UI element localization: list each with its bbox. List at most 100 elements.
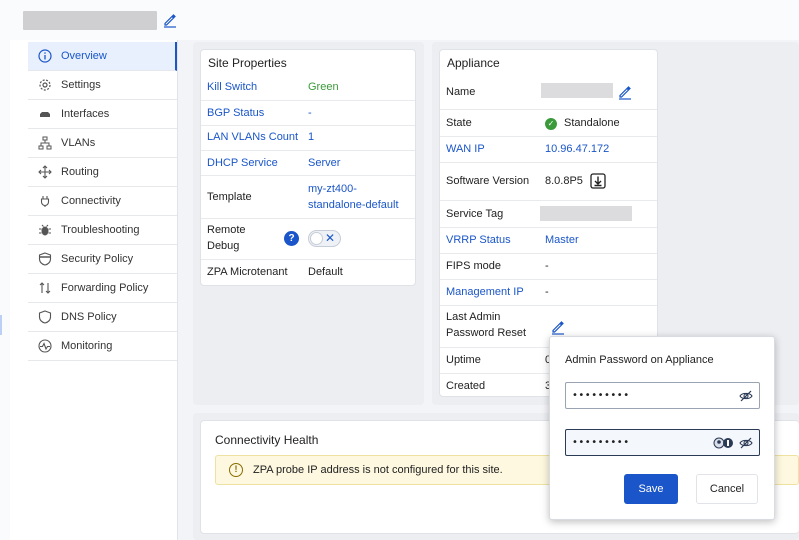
row-software: Software Version 8.0.8P5 — [440, 163, 657, 201]
software-label: Software Version — [446, 175, 530, 187]
row-bgp-status: BGP Status - — [201, 101, 415, 126]
sidebar-item-vlans[interactable]: VLANs — [28, 129, 177, 158]
state-label: State — [446, 117, 472, 129]
kill-switch-value: Green — [308, 81, 339, 93]
edit-site-name-icon[interactable] — [162, 12, 178, 28]
sidebar-item-label: Forwarding Policy — [61, 282, 149, 294]
sidebar-item-connectivity[interactable]: Connectivity — [28, 187, 177, 216]
sidebar-item-label: Interfaces — [61, 108, 110, 120]
top-bar — [0, 0, 799, 40]
site-name-redacted — [23, 11, 157, 30]
template-label: Template — [207, 191, 252, 203]
help-icon[interactable]: ? — [284, 231, 299, 246]
row-vrrp: VRRP Status Master — [440, 228, 657, 254]
download-icon[interactable] — [590, 173, 606, 189]
row-remote-debug: Remote Debug ? ✕ — [201, 219, 415, 260]
row-kill-switch: Kill Switch Green — [201, 75, 415, 101]
vlan-icon — [38, 136, 52, 150]
bgp-status-value: - — [308, 107, 312, 119]
save-button[interactable]: Save — [624, 474, 678, 504]
uptime-label: Uptime — [446, 354, 481, 366]
confirm-password-input[interactable]: ••••••••• — [565, 429, 760, 456]
info-icon — [38, 49, 52, 63]
software-value: 8.0.8P5 — [545, 175, 583, 187]
cancel-button[interactable]: Cancel — [696, 474, 758, 504]
vrrp-value: Master — [545, 234, 579, 246]
shield-icon — [38, 252, 52, 266]
sidebar-item-interfaces[interactable]: Interfaces — [28, 100, 177, 129]
password-value: ••••••••• — [572, 390, 630, 401]
wan-ip-value[interactable]: 10.96.47.172 — [545, 142, 609, 157]
sidebar-item-forwarding-policy[interactable]: Forwarding Policy — [28, 274, 177, 303]
admin-password-popup: Admin Password on Appliance ••••••••• ••… — [549, 336, 775, 520]
password-manager-icon[interactable] — [713, 436, 735, 450]
row-name: Name — [440, 75, 657, 110]
left-strip — [0, 40, 10, 540]
interfaces-icon — [38, 107, 52, 121]
edit-name-icon[interactable] — [617, 84, 633, 100]
monitoring-icon — [38, 339, 52, 353]
bug-icon — [38, 223, 52, 237]
row-zpa: ZPA Microtenant Default — [201, 260, 415, 286]
lan-vlans-label[interactable]: LAN VLANs Count — [207, 130, 298, 145]
sidebar-item-label: VLANs — [61, 137, 96, 149]
sidebar-item-security-policy[interactable]: Security Policy — [28, 245, 177, 274]
sidebar: Overview Settings Interfaces VLANs Routi… — [10, 40, 178, 540]
card-title: Appliance — [447, 56, 500, 70]
sidebar-item-overview[interactable]: Overview — [28, 42, 177, 71]
sidebar-item-label: Connectivity — [61, 195, 121, 207]
sidebar-item-monitoring[interactable]: Monitoring — [28, 332, 177, 361]
fips-value: - — [545, 260, 549, 272]
sidebar-item-label: Security Policy — [61, 253, 134, 265]
row-service-tag: Service Tag — [440, 201, 657, 228]
vrrp-label[interactable]: VRRP Status — [446, 233, 511, 248]
row-state: State ✓ Standalone — [440, 110, 657, 137]
eye-slash-icon[interactable] — [739, 389, 753, 403]
appliance-name-redacted — [541, 83, 613, 98]
bgp-status-label[interactable]: BGP Status — [207, 106, 264, 121]
dhcp-value: Server — [308, 157, 341, 169]
sidebar-item-label: Settings — [61, 79, 101, 91]
kill-switch-label[interactable]: Kill Switch — [207, 80, 257, 95]
dns-shield-icon — [38, 310, 52, 324]
card-title: Connectivity Health — [215, 433, 319, 447]
template-value-line1[interactable]: my-zt400- — [308, 182, 357, 197]
row-lan-vlans: LAN VLANs Count 1 — [201, 126, 415, 151]
edit-password-icon[interactable] — [550, 319, 566, 335]
sidebar-item-label: Routing — [61, 166, 99, 178]
sidebar-item-routing[interactable]: Routing — [28, 158, 177, 187]
forwarding-icon — [38, 281, 52, 295]
left-strip-marker — [0, 315, 2, 335]
sidebar-item-settings[interactable]: Settings — [28, 71, 177, 100]
remote-debug-label-line1: Remote — [207, 224, 246, 236]
password-input[interactable]: ••••••••• — [565, 382, 760, 409]
warning-text: ZPA probe IP address is not configured f… — [253, 464, 503, 476]
service-tag-redacted — [540, 206, 632, 221]
confirm-password-value: ••••••••• — [572, 437, 630, 448]
wan-ip-label[interactable]: WAN IP — [446, 142, 485, 157]
row-wan-ip: WAN IP 10.96.47.172 — [440, 137, 657, 163]
zpa-value: Default — [308, 266, 343, 278]
created-label: Created — [446, 380, 486, 392]
lan-vlans-value: 1 — [308, 131, 315, 143]
last-admin-label-line2: Password Reset — [446, 327, 527, 339]
remote-debug-toggle[interactable]: ✕ — [308, 230, 341, 247]
popup-title: Admin Password on Appliance — [565, 354, 714, 366]
sidebar-item-troubleshooting[interactable]: Troubleshooting — [28, 216, 177, 245]
toggle-knob — [310, 232, 323, 245]
toggle-off-icon: ✕ — [324, 231, 335, 245]
remote-debug-label-line2: Debug — [207, 240, 240, 252]
template-value-line2[interactable]: standalone-default — [308, 198, 399, 213]
mgmt-ip-label[interactable]: Management IP — [446, 285, 524, 300]
row-mgmt-ip: Management IP - — [440, 280, 657, 306]
service-tag-label: Service Tag — [446, 208, 504, 220]
state-value: Standalone — [564, 117, 620, 129]
sidebar-item-dns-policy[interactable]: DNS Policy — [28, 303, 177, 332]
routing-icon — [38, 165, 52, 179]
dhcp-label[interactable]: DHCP Service — [207, 156, 278, 171]
name-label: Name — [446, 86, 476, 98]
fips-label: FIPS mode — [446, 260, 502, 272]
card-title: Site Properties — [208, 56, 287, 70]
eye-slash-icon[interactable] — [739, 436, 753, 450]
last-admin-label-line1: Last Admin — [446, 311, 501, 323]
